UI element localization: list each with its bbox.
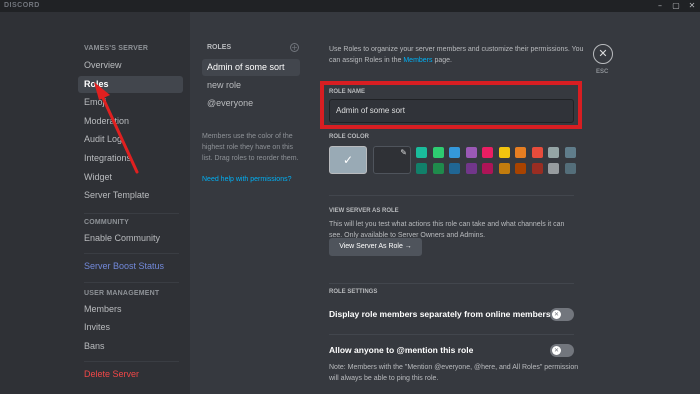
roles-description: Members use the color of the highest rol… xyxy=(202,133,299,162)
allow-mention-prefix: Allow anyone to xyxy=(329,345,397,355)
section-divider xyxy=(329,334,574,335)
members-link[interactable]: Members xyxy=(403,57,432,64)
sidebar-item-moderation[interactable]: Moderation xyxy=(78,113,183,130)
intro-tail: page. xyxy=(434,57,453,64)
minimize-icon[interactable]: – xyxy=(652,0,668,12)
close-settings-icon[interactable]: ✕ xyxy=(593,44,613,64)
color-swatch[interactable] xyxy=(482,147,493,158)
color-swatch[interactable] xyxy=(432,147,444,158)
view-as-role-label: VIEW SERVER AS ROLE xyxy=(329,208,399,214)
sidebar-item-overview[interactable]: Overview xyxy=(78,57,183,74)
sidebar-item-bans[interactable]: Bans xyxy=(78,338,183,355)
server-name-header: VAMES'S SERVER xyxy=(84,45,149,52)
color-swatch[interactable] xyxy=(465,147,477,158)
sidebar-item-widget[interactable]: Widget xyxy=(78,169,183,186)
color-swatch[interactable] xyxy=(548,147,559,158)
toggle-off-icon: ✕ xyxy=(552,310,561,319)
mention-note: Note: Members with the "Mention @everyon… xyxy=(329,364,579,382)
allow-mention-label: Allow anyone to @mention this role xyxy=(329,345,473,355)
sidebar-item-emoji[interactable]: Emoji xyxy=(78,94,183,111)
display-separately-toggle[interactable]: ✕ xyxy=(550,308,574,321)
roles-list-panel: ROLES + Admin of some sort new role @eve… xyxy=(190,12,310,394)
view-server-as-role-button[interactable]: View Server As Role → xyxy=(329,238,422,256)
role-item-everyone[interactable]: @everyone xyxy=(202,95,300,112)
color-swatch[interactable] xyxy=(531,163,543,174)
color-swatch[interactable] xyxy=(449,147,460,158)
settings-sidebar: VAMES'S SERVER Overview Roles Emoji Mode… xyxy=(0,12,190,394)
sidebar-item-members[interactable]: Members xyxy=(78,301,183,318)
allow-mention-toggle[interactable]: ✕ xyxy=(550,344,574,357)
custom-color-swatch[interactable]: ✎ xyxy=(373,146,411,174)
allow-mention-suffix: this role xyxy=(437,345,474,355)
color-swatch[interactable] xyxy=(449,163,460,174)
color-swatch[interactable] xyxy=(498,147,510,158)
allow-mention-bold: @mention xyxy=(396,345,438,355)
role-color-label: ROLE COLOR xyxy=(329,134,369,140)
esc-label: ESC xyxy=(596,69,609,75)
intro-text: Use Roles to organize your server member… xyxy=(329,46,584,64)
sidebar-divider xyxy=(84,282,179,283)
color-swatch[interactable] xyxy=(564,163,576,174)
role-settings-panel: Use Roles to organize your server member… xyxy=(318,12,588,394)
color-swatch[interactable] xyxy=(416,147,427,158)
maximize-icon[interactable]: ▢ xyxy=(668,0,684,12)
color-swatch[interactable] xyxy=(531,147,543,158)
user-management-header: USER MANAGEMENT xyxy=(84,290,160,297)
sidebar-item-integrations[interactable]: Integrations xyxy=(78,150,183,167)
color-swatch[interactable] xyxy=(548,163,559,174)
color-swatch[interactable] xyxy=(498,163,510,174)
title-bar: DISCORD – ▢ ✕ xyxy=(0,0,700,12)
role-settings-label: ROLE SETTINGS xyxy=(329,289,378,295)
role-item-new-role[interactable]: new role xyxy=(202,77,300,94)
community-header: COMMUNITY xyxy=(84,219,129,226)
sidebar-item-server-template[interactable]: Server Template xyxy=(78,187,183,204)
sidebar-item-boost-status[interactable]: Server Boost Status xyxy=(78,258,183,275)
sidebar-item-invites[interactable]: Invites xyxy=(78,319,183,336)
color-swatch[interactable] xyxy=(482,163,493,174)
sidebar-item-roles[interactable]: Roles xyxy=(78,76,183,93)
color-swatch[interactable] xyxy=(465,163,477,174)
color-swatch[interactable] xyxy=(416,163,427,174)
color-swatch[interactable] xyxy=(432,163,444,174)
role-item-admin[interactable]: Admin of some sort xyxy=(202,59,300,76)
section-divider xyxy=(329,195,574,196)
sidebar-item-audit-log[interactable]: Audit Log xyxy=(78,131,183,148)
color-swatch[interactable] xyxy=(564,147,576,158)
add-role-icon[interactable]: + xyxy=(290,43,299,52)
toggle-off-icon: ✕ xyxy=(552,346,561,355)
highlight-box xyxy=(320,81,582,129)
app-logo: DISCORD xyxy=(4,2,40,9)
sidebar-divider xyxy=(84,361,179,362)
sidebar-item-delete-server[interactable]: Delete Server xyxy=(78,366,183,383)
color-swatch[interactable] xyxy=(515,147,526,158)
color-swatch[interactable] xyxy=(515,163,526,174)
display-separately-label: Display role members separately from onl… xyxy=(329,309,551,319)
sidebar-divider xyxy=(84,213,179,214)
default-color-swatch[interactable]: ✓ xyxy=(329,146,367,174)
sidebar-item-enable-community[interactable]: Enable Community xyxy=(78,230,183,247)
permissions-help-link[interactable]: Need help with permissions? xyxy=(202,176,292,183)
sidebar-divider xyxy=(84,253,179,254)
roles-intro-text: Use Roles to organize your server member… xyxy=(329,44,589,66)
window-close-icon[interactable]: ✕ xyxy=(684,0,700,12)
roles-header: ROLES xyxy=(207,44,232,51)
eyedropper-icon: ✎ xyxy=(400,148,407,157)
section-divider xyxy=(329,283,574,284)
